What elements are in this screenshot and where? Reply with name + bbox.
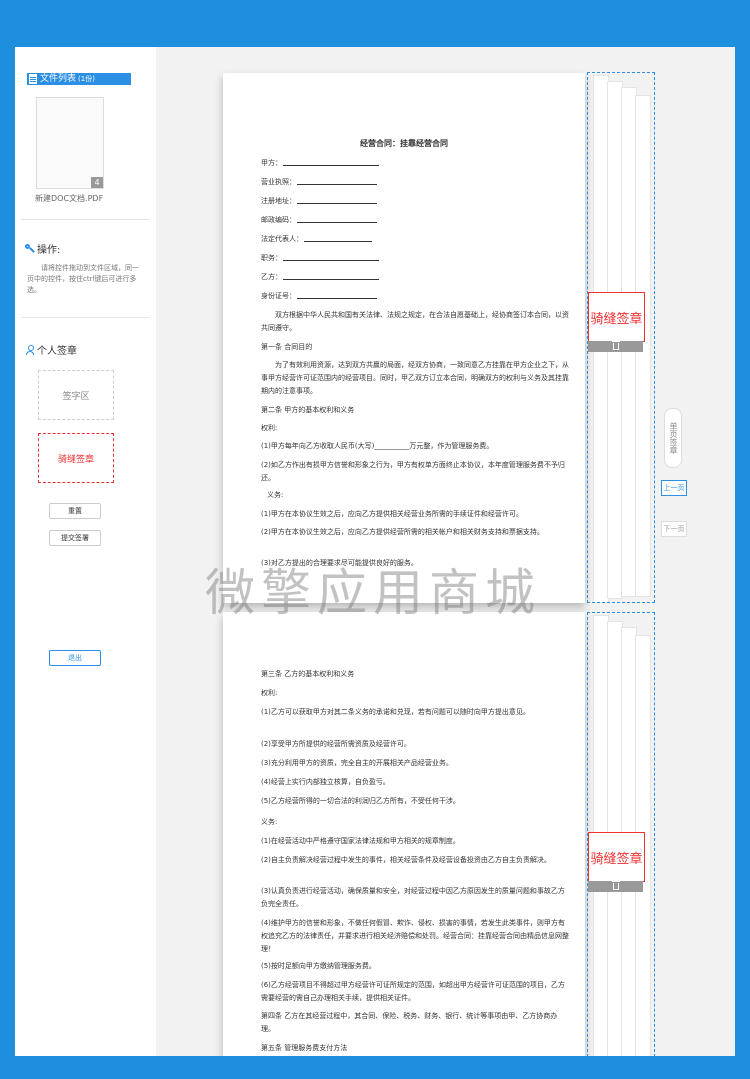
field-postcode: 邮政编码： — [261, 215, 377, 225]
right-1: (1)甲方每年向乙方收取人民币(大写)__________万元整，作为管理服务费… — [261, 442, 494, 450]
duty-2: (2)甲方在本协议生效之后，应向乙方提供经营所需的相关帐户和相关财务支持和票据支… — [261, 528, 544, 536]
article-5-title: 第五条 管理服务费支付方法 — [261, 1044, 348, 1052]
right-4: (4)经营上实行内部独立核算，自负盈亏。 — [261, 778, 390, 786]
article-1-title: 第一条 合同目的 — [261, 343, 313, 351]
document-icon — [29, 74, 37, 84]
exit-button[interactable]: 退出 — [49, 650, 101, 666]
file-name: 新建DOC文档.PDF — [35, 194, 104, 203]
article-2-title: 第二条 甲方的基本权利和义务 — [261, 406, 355, 414]
seam-strip-area-1[interactable]: 骑缝签章 — [587, 72, 655, 603]
duty-1: (1)在经营活动中严格遵守国家法律法规和甲方相关的规章制度。 — [261, 837, 460, 845]
duties-label: 义务: — [267, 491, 284, 499]
delete-seal-button[interactable] — [588, 341, 643, 352]
divider — [21, 219, 149, 220]
reset-button[interactable]: 重置 — [49, 503, 101, 519]
sidebar: 文件列表 (1份) 4 新建DOC文档.PDF 操作: 请将控件拖动到文件区域，… — [15, 47, 157, 1056]
duty-3: (3)认真负责进行经营活动，确保质量和安全，对经营过程中因乙方原因发生的质量问题… — [261, 887, 565, 908]
document-viewer[interactable]: 经营合同：挂靠经营合同 甲方： 营业执照： 注册地址： 邮政编码： 法定代表人：… — [156, 47, 735, 1056]
submit-sign-button[interactable]: 提交签署 — [49, 530, 101, 546]
duty-2: (2)自主负责解决经营过程中发生的事件，相关经营条件及经营设备投资由乙方自主负责… — [261, 856, 551, 864]
duty-5: (5)按时足额向甲方缴纳管理服务费。 — [261, 962, 376, 970]
article-4: 第四条 乙方在其经营过程中，其合同、保险、税务、财务、银行、统计等事项由甲、乙方… — [261, 1012, 558, 1033]
file-thumbnail[interactable]: 4 — [36, 97, 104, 189]
seam-seal-control[interactable]: 骑缝签章 — [38, 433, 114, 483]
rights-label: 权利: — [261, 689, 278, 697]
right-1: (1)乙方可以获取甲方对其二条义务的承诺和兑现，若有问题可以随时向甲方提出意见。 — [261, 708, 530, 716]
field-party-a: 甲方： — [261, 158, 379, 168]
divider — [21, 317, 149, 318]
seam-strip-area-2[interactable]: 骑缝签章 — [587, 612, 655, 1056]
operations-description: 请将控件拖动到文件区域，同一页中的控件，按住ctrl键后可进行多选。 — [27, 264, 139, 294]
operations-title-row: 操作: — [25, 241, 60, 256]
wrench-icon — [25, 243, 35, 254]
sign-zone-control[interactable]: 签字区 — [38, 370, 114, 420]
seam-seal[interactable]: 骑缝签章 — [588, 292, 645, 342]
field-address: 注册地址： — [261, 196, 377, 206]
operations-title: 操作: — [37, 245, 61, 256]
page-count-badge: 4 — [91, 177, 103, 188]
file-list-label: 文件列表 — [40, 74, 77, 84]
right-2: (2)享受甲方所提供的经营所需资质及经营许可。 — [261, 740, 411, 748]
delete-seal-button[interactable] — [588, 881, 643, 892]
duties-label: 义务: — [261, 818, 278, 826]
duty-3: (3)对乙方提出的合理要求尽可能提供良好的服务。 — [261, 559, 418, 567]
field-license: 营业执照： — [261, 177, 377, 187]
prev-page-button[interactable]: 上一页 — [661, 480, 687, 496]
field-id-number: 身份证号： — [261, 291, 377, 301]
next-page-button[interactable]: 下一页 — [661, 521, 687, 537]
intro-paragraph: 双方根据中华人民共和国有关法律、法规之规定，在合法自愿基础上，经协商签订本合同，… — [261, 311, 569, 332]
right-5: (5)乙方经营所得的一切合法的利润归乙方所有，不受任何干涉。 — [261, 797, 460, 805]
article-3-title: 第三条 乙方的基本权利和义务 — [261, 670, 355, 678]
right-3: (3)充分利用甲方的资质，完全自主的开展相关产品经营业务。 — [261, 759, 453, 767]
document-page-2[interactable]: 第三条 乙方的基本权利和义务 权利: (1)乙方可以获取甲方对其二条义务的承诺和… — [223, 612, 585, 1056]
trash-icon — [611, 881, 620, 890]
field-legal-rep: 法定代表人： — [261, 234, 372, 244]
rights-label: 权利: — [261, 424, 278, 432]
field-position: 职务： — [261, 253, 379, 263]
duty-1: (1)甲方在本协议生效之后，应向乙方提供相关经营业务所需的手续证件和经营许可。 — [261, 510, 523, 518]
seam-seal[interactable]: 骑缝签章 — [588, 832, 645, 882]
app-frame: 文件列表 (1份) 4 新建DOC文档.PDF 操作: 请将控件拖动到文件区域，… — [15, 47, 735, 1056]
single-page-sign-toggle[interactable]: 单页签章 — [664, 408, 682, 468]
field-party-b: 乙方： — [261, 272, 379, 282]
contract-title: 经营合同：挂靠经营合同 — [360, 139, 448, 148]
signature-title-row: 个人签章 — [25, 342, 77, 357]
article-1-body: 为了有效利用资源，达到双方共赢的局面，经双方协商，一致同意乙方挂靠在甲方企业之下… — [261, 361, 569, 395]
right-2: (2)如乙方作出有损甲方信誉和形象之行为，甲方有权单方面终止本协议，本年度管理服… — [261, 461, 565, 482]
file-list-header[interactable]: 文件列表 (1份) — [27, 73, 131, 85]
signature-title: 个人签章 — [37, 346, 77, 357]
duty-4: (4)维护甲方的信誉和形象，不做任何假冒、欺诈、侵权、损害的事情，若发生此类事件… — [261, 919, 569, 953]
file-count: (1份) — [78, 75, 95, 83]
document-page-1[interactable]: 经营合同：挂靠经营合同 甲方： 营业执照： 注册地址： 邮政编码： 法定代表人：… — [223, 73, 585, 603]
trash-icon — [611, 341, 620, 350]
duty-6: (6)乙方经营项目不得超过甲方经营许可证所规定的范围，如超出甲方经营许可证范围的… — [261, 981, 565, 1002]
user-icon — [25, 344, 35, 355]
